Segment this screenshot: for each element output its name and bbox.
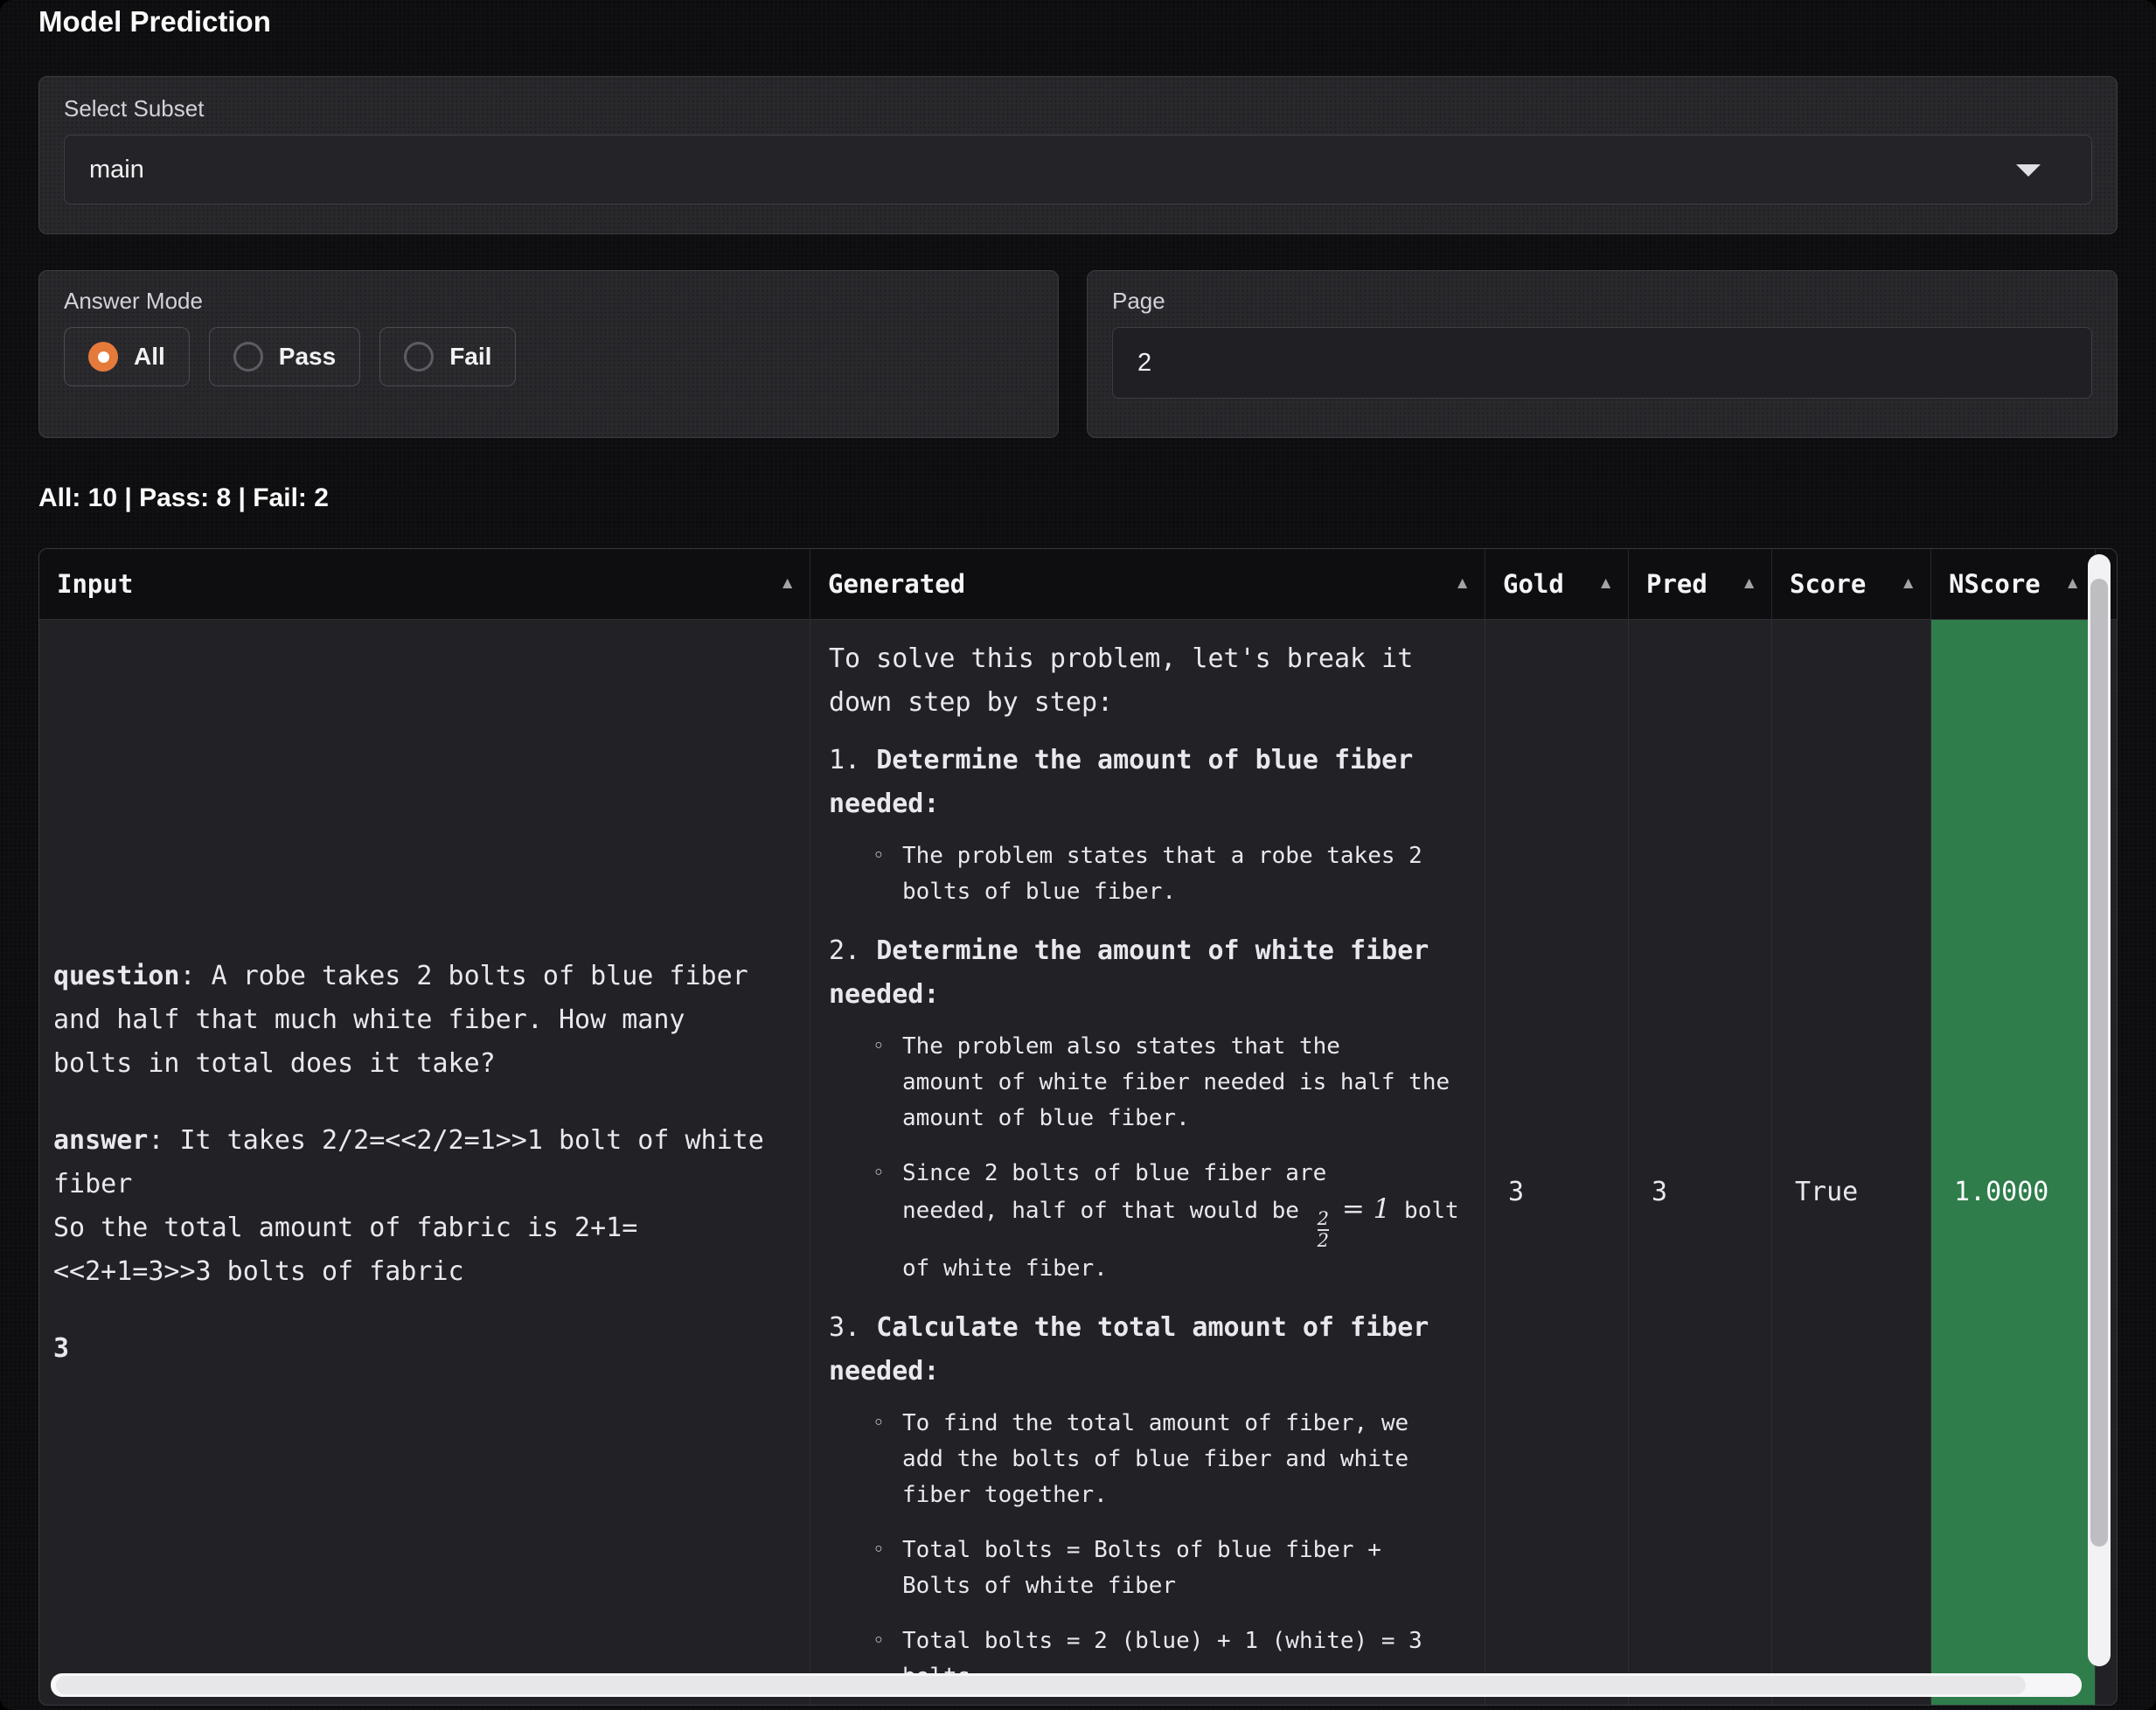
vertical-scrollbar[interactable] bbox=[2088, 554, 2111, 1666]
answer-mode-label: Answer Mode bbox=[64, 288, 1033, 313]
column-header-label: Generated bbox=[828, 569, 965, 599]
bullet-icon: ◦ bbox=[873, 1533, 885, 1568]
table-header-row: Input ▲ Generated ▲ Gold ▲ Pred ▲ Score ▲ NScore ▲ bbox=[39, 549, 2117, 620]
sort-ascending-icon[interactable]: ▲ bbox=[2064, 574, 2081, 594]
radio-option-label: All bbox=[134, 343, 165, 371]
column-header-gold[interactable]: Gold ▲ bbox=[1485, 549, 1629, 619]
input-paragraph: 3 bbox=[53, 1327, 792, 1371]
radio-unselected-icon bbox=[233, 342, 263, 372]
page-input-value: 2 bbox=[1137, 349, 1151, 378]
column-header-label: Score bbox=[1790, 569, 1866, 599]
column-header-input[interactable]: Input ▲ bbox=[39, 549, 810, 619]
generated-bullet: ◦The problem states that a robe takes 2 … bbox=[829, 838, 1464, 910]
page-title: Model Prediction bbox=[38, 0, 2118, 38]
page-input[interactable]: 2 bbox=[1112, 327, 2092, 399]
subset-dropdown[interactable]: main bbox=[64, 135, 2092, 205]
bullet-icon: ◦ bbox=[873, 1623, 885, 1659]
radio-option-label: Fail bbox=[449, 343, 491, 371]
answer-mode-radio-group: All Pass Fail bbox=[64, 327, 1033, 386]
stats-line: All: 10 | Pass: 8 | Fail: 2 bbox=[38, 483, 2118, 513]
radio-option-all[interactable]: All bbox=[64, 327, 190, 386]
column-header-nscore[interactable]: NScore ▲ bbox=[1931, 549, 2096, 619]
cell-pred[interactable]: 3 bbox=[1629, 620, 1772, 1706]
bullet-icon: ◦ bbox=[873, 1156, 885, 1192]
column-header-label: Pred bbox=[1646, 569, 1707, 599]
sort-ascending-icon[interactable]: ▲ bbox=[1597, 574, 1614, 594]
input-paragraph: answer: It takes 2/2=<<2/2=1>>1 bolt of … bbox=[53, 1119, 792, 1294]
chevron-down-icon bbox=[2016, 164, 2041, 177]
radio-option-label: Pass bbox=[279, 343, 336, 371]
generated-bullet: ◦To find the total amount of fiber, we a… bbox=[829, 1406, 1464, 1513]
input-paragraph: question: A robe takes 2 bolts of blue f… bbox=[53, 955, 792, 1086]
radio-selected-icon bbox=[88, 342, 118, 372]
answer-mode-panel: Answer Mode All Pass Fail bbox=[38, 270, 1059, 438]
fraction: 22 bbox=[1318, 1209, 1329, 1251]
column-header-label: Input bbox=[57, 569, 133, 599]
bullet-icon: ◦ bbox=[873, 1029, 885, 1065]
generated-step-bullets: ◦The problem also states that the amount… bbox=[829, 1029, 1464, 1287]
controls-row: Answer Mode All Pass Fail Page 2 bbox=[38, 270, 2118, 438]
column-header-label: NScore bbox=[1949, 569, 2041, 599]
cell-gold[interactable]: 3 bbox=[1485, 620, 1629, 1706]
column-header-score[interactable]: Score ▲ bbox=[1772, 549, 1931, 619]
column-header-pred[interactable]: Pred ▲ bbox=[1629, 549, 1772, 619]
column-header-label: Gold bbox=[1503, 569, 1564, 599]
table-body: question: A robe takes 2 bolts of blue f… bbox=[39, 620, 2117, 1706]
app-window: Model Prediction Select Subset main Answ… bbox=[0, 0, 2156, 1710]
generated-step-title: 3. Calculate the total amount of fiber n… bbox=[829, 1306, 1464, 1394]
generated-bullet: ◦The problem also states that the amount… bbox=[829, 1029, 1464, 1137]
generated-step-title: 1. Determine the amount of blue fiber ne… bbox=[829, 739, 1464, 826]
cell-generated[interactable]: To solve this problem, let's break it do… bbox=[810, 620, 1485, 1706]
sort-ascending-icon[interactable]: ▲ bbox=[779, 574, 796, 594]
sort-ascending-icon[interactable]: ▲ bbox=[1454, 574, 1471, 594]
bullet-icon: ◦ bbox=[873, 838, 885, 874]
column-header-generated[interactable]: Generated ▲ bbox=[810, 549, 1485, 619]
radio-unselected-icon bbox=[404, 342, 434, 372]
generated-bullet: ◦Total bolts = Bolts of blue fiber + Bol… bbox=[829, 1533, 1464, 1604]
radio-option-pass[interactable]: Pass bbox=[209, 327, 360, 386]
generated-intro: To solve this problem, let's break it do… bbox=[829, 637, 1464, 725]
results-table: Input▲Generated▲Gold▲Pred▲Score▲NScore▲ … bbox=[38, 548, 2118, 1706]
sort-ascending-icon[interactable]: ▲ bbox=[1741, 574, 1757, 594]
cell-input[interactable]: question: A robe takes 2 bolts of blue f… bbox=[39, 620, 810, 1706]
sort-ascending-icon[interactable]: ▲ bbox=[1900, 574, 1916, 594]
bullet-icon: ◦ bbox=[873, 1406, 885, 1442]
subset-panel: Select Subset main bbox=[38, 76, 2118, 234]
horizontal-scrollbar[interactable] bbox=[51, 1673, 2082, 1697]
page-panel: Page 2 bbox=[1087, 270, 2118, 438]
generated-step-bullets: ◦The problem states that a robe takes 2 … bbox=[829, 838, 1464, 910]
cell-nscore[interactable]: 1.0000 bbox=[1931, 620, 2096, 1706]
generated-bullet: ◦Since 2 bolts of blue fiber are needed,… bbox=[829, 1156, 1464, 1287]
vertical-scrollbar-thumb[interactable] bbox=[2090, 579, 2108, 1547]
horizontal-scrollbar-thumb[interactable] bbox=[56, 1676, 2026, 1694]
subset-selected-value: main bbox=[89, 156, 144, 184]
radio-option-fail[interactable]: Fail bbox=[379, 327, 516, 386]
subset-label: Select Subset bbox=[64, 96, 2092, 121]
page-label: Page bbox=[1112, 288, 2092, 313]
cell-score[interactable]: True bbox=[1772, 620, 1931, 1706]
generated-step-bullets: ◦To find the total amount of fiber, we a… bbox=[829, 1406, 1464, 1695]
generated-step-title: 2. Determine the amount of white fiber n… bbox=[829, 929, 1464, 1017]
